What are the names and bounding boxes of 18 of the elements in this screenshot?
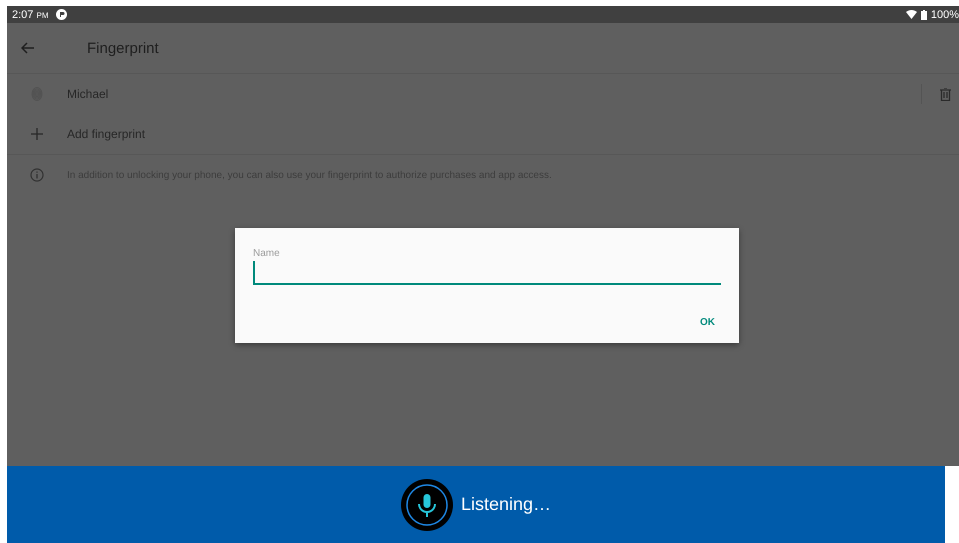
listening-text: Listening… — [460, 494, 552, 515]
wifi-icon — [906, 10, 917, 19]
status-time: 2:07 PM — [12, 8, 48, 20]
plus-icon — [31, 128, 43, 140]
info-icon — [30, 168, 44, 182]
field-label: Name — [253, 248, 281, 259]
battery-level: 100% — [930, 8, 959, 20]
delete-icon[interactable] — [940, 88, 951, 100]
fingerprint-item[interactable]: Michael — [7, 74, 959, 114]
fingerprint-name: Michael — [67, 87, 108, 101]
ok-button[interactable]: OK — [694, 313, 721, 332]
add-fingerprint-item[interactable]: Add fingerprint — [7, 114, 959, 155]
battery-icon — [920, 10, 927, 20]
back-arrow-icon[interactable] — [21, 42, 34, 54]
notification-icon — [56, 9, 68, 20]
add-fingerprint-label: Add fingerprint — [67, 127, 146, 141]
name-input[interactable] — [253, 261, 721, 285]
page-title: Fingerprint — [87, 40, 159, 56]
